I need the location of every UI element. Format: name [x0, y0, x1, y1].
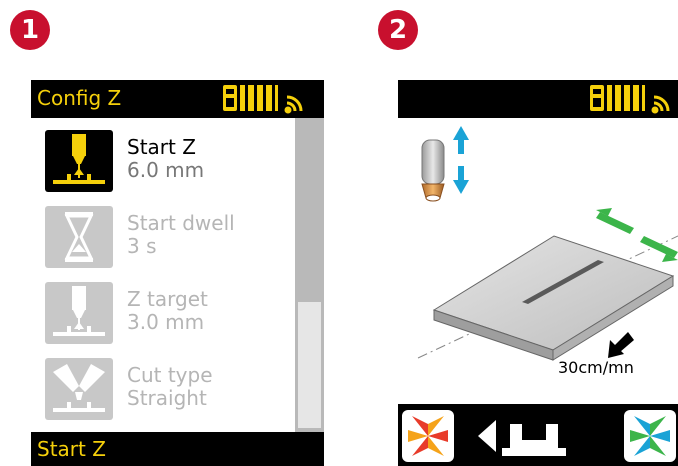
- step-2-badge: 2: [378, 10, 418, 50]
- torch-height-icon: [45, 130, 113, 192]
- status-icons: [223, 85, 303, 114]
- wifi-icon: [651, 95, 670, 114]
- orange-wheel-button[interactable]: [402, 410, 454, 462]
- cut-type-icon: [45, 358, 113, 420]
- menu-item-label: Cut type: [127, 363, 213, 387]
- menu-item-label: Start dwell: [127, 211, 235, 235]
- cutting-illustration: [417, 126, 678, 361]
- metal-plate-icon: [417, 235, 678, 361]
- menu-item-value: 3.0 mm: [127, 310, 205, 334]
- menu-item-start-dwell[interactable]: Start dwell 3 s: [45, 206, 295, 272]
- menu-item-label: Start Z: [127, 135, 196, 159]
- battery-level-icon: [607, 85, 645, 111]
- config-z-screen: Config Z Start Z 6.0 mm Start dwell 3 s …: [31, 80, 324, 466]
- selected-item-label: Start Z: [37, 437, 106, 461]
- cut-speed-label: 30cm/mn: [558, 358, 634, 377]
- hourglass-icon: [45, 206, 113, 268]
- screen-2-header: [398, 80, 678, 118]
- height-adjust-arrows-icon: [453, 126, 469, 194]
- screen-1-header: Config Z: [31, 80, 324, 118]
- menu-item-z-target[interactable]: Z target 3.0 mm: [45, 282, 295, 348]
- screen-1-footer: Start Z: [31, 432, 324, 466]
- status-icons: [590, 85, 670, 114]
- menu-item-value: 6.0 mm: [127, 158, 205, 182]
- menu-scrollbar[interactable]: [295, 118, 324, 432]
- blue-wheel-button[interactable]: [624, 410, 676, 462]
- screen-title: Config Z: [37, 86, 122, 110]
- battery-level-icon: [240, 85, 278, 111]
- clamp-icon[interactable]: [502, 424, 566, 456]
- illustration-screen: 30cm/mn: [398, 80, 678, 466]
- machine-icon: [590, 85, 604, 111]
- step-1-badge: 1: [10, 10, 50, 50]
- torch-icon: [421, 139, 445, 202]
- machine-icon: [223, 85, 237, 111]
- menu-item-label: Z target: [127, 287, 208, 311]
- scrollbar-thumb[interactable]: [298, 302, 321, 428]
- menu-item-start-z[interactable]: Start Z 6.0 mm: [45, 130, 295, 196]
- torch-height-icon: [45, 282, 113, 344]
- toolbar-buttons: [402, 410, 676, 462]
- menu-item-cut-type[interactable]: Cut type Straight: [45, 358, 295, 424]
- screen-2-toolbar: [398, 404, 678, 466]
- back-arrow-icon[interactable]: [478, 420, 496, 452]
- cut-speed-arrow-icon: [608, 332, 634, 358]
- menu-item-value: Straight: [127, 386, 207, 410]
- menu-item-value: 3 s: [127, 234, 157, 258]
- config-menu: Start Z 6.0 mm Start dwell 3 s Z target …: [31, 118, 295, 432]
- wifi-icon: [284, 95, 303, 114]
